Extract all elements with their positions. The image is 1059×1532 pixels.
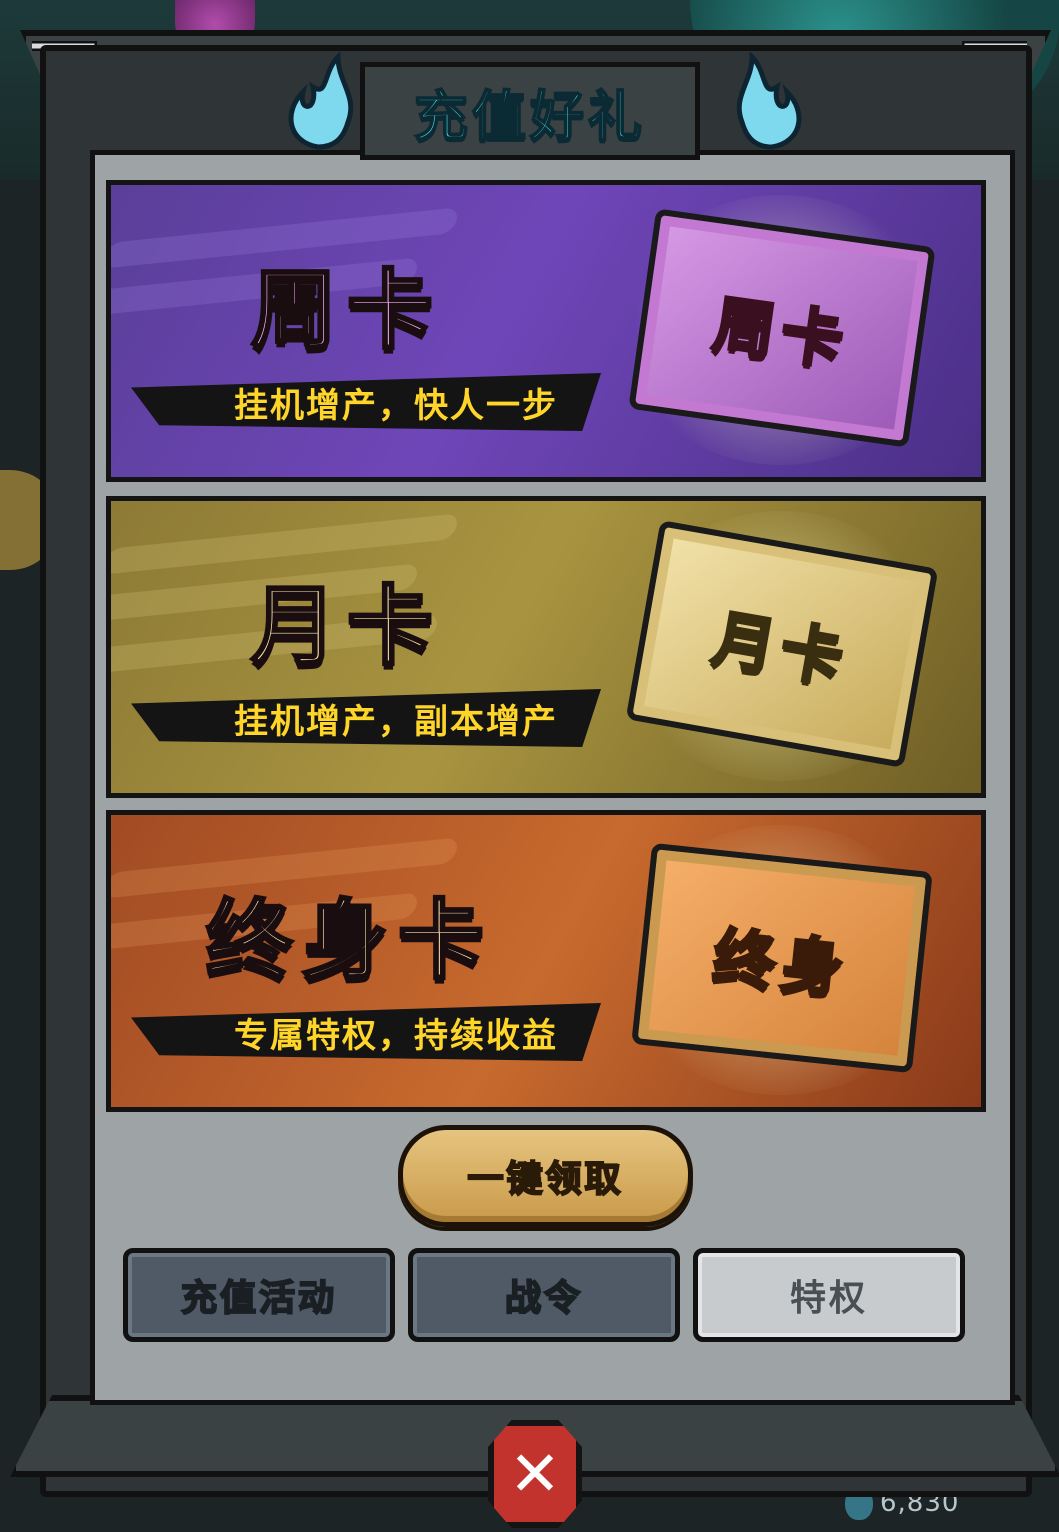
close-icon: ✕: [509, 1437, 561, 1510]
weekly-ticket-icon: 周卡: [628, 208, 936, 448]
lifetime-card-banner[interactable]: 终身卡 专属特权，持续收益 终身: [106, 810, 986, 1112]
lifetime-ticket-icon: 终身: [631, 842, 933, 1074]
card-slogan: 挂机增产，快人一步: [234, 386, 558, 426]
close-button[interactable]: ✕: [488, 1420, 582, 1528]
ticket-label: 月卡: [706, 600, 856, 699]
card-name: 月卡: [250, 575, 443, 679]
tab-privileges[interactable]: 特权: [693, 1248, 965, 1342]
claim-all-button[interactable]: 一键领取: [398, 1125, 693, 1227]
blue-flame-icon: [288, 52, 354, 150]
blue-flame-icon: [736, 52, 802, 150]
card-slogan: 专属特权，持续收益: [234, 1016, 558, 1056]
weekly-card-banner[interactable]: 周卡 挂机增产，快人一步 周卡: [106, 180, 986, 482]
card-slogan: 挂机增产，副本增产: [234, 702, 558, 742]
title-plaque: 充值好礼: [360, 62, 700, 160]
claim-all-label: 一键领取: [466, 1158, 624, 1201]
card-name: 周卡: [250, 259, 443, 363]
tab-battle-pass[interactable]: 战令: [408, 1248, 680, 1342]
tab-label: 充值活动: [180, 1277, 337, 1320]
monthly-card-banner[interactable]: 月卡 挂机增产，副本增产 月卡: [106, 496, 986, 798]
page-title: 充值好礼: [413, 83, 646, 149]
tab-label: 战令: [504, 1277, 583, 1320]
card-name: 终身卡: [205, 889, 494, 993]
ticket-label: 终身: [708, 919, 854, 1009]
tab-recharge-events[interactable]: 充值活动: [123, 1248, 395, 1342]
tab-label: 特权: [789, 1278, 868, 1319]
ticket-label: 周卡: [707, 286, 855, 380]
